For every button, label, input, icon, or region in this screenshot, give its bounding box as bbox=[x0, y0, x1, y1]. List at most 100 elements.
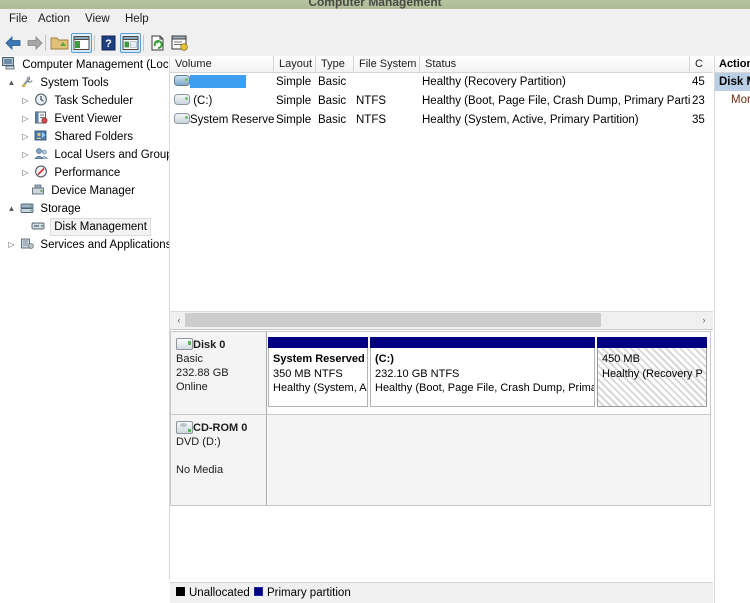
tree-label: Event Viewer bbox=[54, 113, 122, 125]
window-title-bar: Computer Management bbox=[0, 0, 750, 9]
volume-list-horizontal-scrollbar[interactable]: ‹ › bbox=[170, 311, 713, 330]
toolbar-separator-1 bbox=[45, 35, 46, 51]
up-one-level-button[interactable] bbox=[49, 33, 70, 53]
svg-text:?: ? bbox=[105, 38, 112, 50]
menu-help[interactable]: Help bbox=[120, 12, 154, 27]
column-header-status[interactable]: Status bbox=[420, 56, 690, 72]
twisty-expanded-icon[interactable]: ▲ bbox=[6, 74, 17, 92]
cdrom-drive-letter: DVD (D:) bbox=[176, 436, 221, 448]
twisty-collapsed-icon[interactable]: ▷ bbox=[20, 128, 31, 146]
show-hide-action-pane-button[interactable] bbox=[120, 33, 141, 53]
tree-label: Local Users and Groups bbox=[54, 149, 170, 161]
menu-file[interactable]: File bbox=[4, 12, 33, 27]
partition-color-bar bbox=[597, 337, 707, 348]
cell-type: Basic bbox=[318, 76, 347, 88]
refresh-button[interactable] bbox=[147, 33, 168, 53]
disk-status: Online bbox=[176, 381, 208, 393]
disk-row-cdrom0[interactable]: CD-ROM 0 DVD (D:) No Media bbox=[170, 415, 711, 506]
show-hide-console-tree-button[interactable] bbox=[71, 33, 92, 53]
disk-info-cdrom0[interactable]: CD-ROM 0 DVD (D:) No Media bbox=[171, 415, 267, 505]
table-row[interactable]: Simple Basic Healthy (Recovery Partition… bbox=[170, 73, 713, 92]
table-row[interactable]: System Reserved Simple Basic NTFS Health… bbox=[170, 111, 713, 130]
menu-action[interactable]: Action bbox=[33, 12, 75, 27]
legend-swatch-unallocated bbox=[176, 587, 185, 597]
partition-status: Healthy (Recovery P bbox=[602, 367, 703, 380]
help-button[interactable]: ? bbox=[98, 33, 119, 53]
tree-item-disk-management[interactable]: Disk Management bbox=[0, 218, 169, 236]
arrow-left-icon bbox=[5, 36, 21, 50]
twisty-collapsed-icon[interactable]: ▷ bbox=[6, 236, 17, 254]
legend-label: Unallocated bbox=[189, 587, 250, 599]
twisty-collapsed-icon[interactable]: ▷ bbox=[20, 92, 31, 110]
partition-c-drive[interactable]: (C:) 232.10 GB NTFS Healthy (Boot, Page … bbox=[370, 337, 595, 407]
back-button[interactable] bbox=[3, 33, 24, 53]
volume-list-header: Volume Layout Type File System Status C bbox=[170, 56, 713, 73]
window-title: Computer Management bbox=[308, 0, 442, 9]
tree-item-device-manager[interactable]: Device Manager bbox=[0, 182, 169, 200]
tree-item-computer-management[interactable]: Computer Management (Local bbox=[0, 56, 169, 74]
volume-icon-selected bbox=[174, 75, 190, 87]
toolbar-separator-3 bbox=[143, 35, 144, 51]
properties-button[interactable] bbox=[169, 33, 190, 53]
tree-item-event-viewer[interactable]: ▷ Event Viewer bbox=[0, 110, 169, 128]
table-row[interactable]: (C:) Simple Basic NTFS Healthy (Boot, Pa… bbox=[170, 92, 713, 111]
scroll-thumb[interactable] bbox=[185, 313, 601, 327]
cell-file-system: NTFS bbox=[356, 114, 387, 126]
disk-management-pane: Volume Layout Type File System Status C … bbox=[170, 56, 713, 603]
twisty-collapsed-icon[interactable]: ▷ bbox=[20, 164, 31, 182]
forward-button[interactable] bbox=[24, 33, 45, 53]
partition-recovery[interactable]: 450 MB Healthy (Recovery P bbox=[597, 337, 707, 407]
tree-item-system-tools[interactable]: ▲ System Tools bbox=[0, 74, 169, 92]
partition-system-reserved[interactable]: System Reserved 350 MB NTFS Healthy (Sys… bbox=[268, 337, 368, 407]
tree-label: Disk Management bbox=[50, 218, 151, 236]
services-icon bbox=[20, 237, 37, 256]
cell-layout: Simple bbox=[276, 76, 312, 88]
tree-item-storage[interactable]: ▲ Storage bbox=[0, 200, 169, 218]
actions-item-more-actions[interactable]: More Actions bbox=[715, 91, 750, 109]
disk-row-disk0[interactable]: Disk 0 Basic 232.88 GB Online System Res… bbox=[170, 331, 711, 415]
cd-rom-icon bbox=[176, 420, 193, 434]
column-header-file-system[interactable]: File System bbox=[354, 56, 420, 72]
scroll-left-arrow-icon[interactable]: ‹ bbox=[172, 312, 186, 328]
column-header-type[interactable]: Type bbox=[316, 56, 354, 72]
twisty-collapsed-icon[interactable]: ▷ bbox=[20, 146, 31, 164]
column-header-capacity[interactable]: C bbox=[690, 56, 713, 72]
action-panel-icon bbox=[122, 36, 139, 50]
tree-label: System Tools bbox=[40, 77, 109, 89]
menu-bar: File Action View Help bbox=[0, 9, 750, 31]
legend-item-primary-partition: Primary partition bbox=[254, 583, 351, 603]
scroll-right-arrow-icon[interactable]: › bbox=[697, 312, 711, 328]
volume-list[interactable]: Simple Basic Healthy (Recovery Partition… bbox=[170, 73, 713, 311]
actions-pane-header: Actions bbox=[715, 56, 750, 73]
refresh-page-icon bbox=[151, 35, 164, 51]
tree-item-local-users-and-groups[interactable]: ▷ Local Users and Groups bbox=[0, 146, 169, 164]
actions-item-disk-management[interactable]: Disk Management bbox=[715, 73, 750, 91]
column-header-volume[interactable]: Volume bbox=[170, 56, 274, 72]
twisty-collapsed-icon[interactable]: ▷ bbox=[20, 110, 31, 128]
toolbar: ? bbox=[0, 30, 750, 57]
partition-details: System Reserved 350 MB NTFS Healthy (Sys… bbox=[268, 348, 368, 407]
tree-label: Storage bbox=[40, 203, 81, 215]
tree-item-performance[interactable]: ▷ Performance bbox=[0, 164, 169, 182]
cell-status: Healthy (Recovery Partition) bbox=[422, 76, 566, 88]
cell-volume[interactable]: System Reserved bbox=[174, 111, 274, 130]
computer-management-window: Computer Management File Action View Hel… bbox=[0, 0, 750, 603]
tree-item-services-and-applications[interactable]: ▷ Services and Applications bbox=[0, 236, 169, 254]
toolbar-separator-2 bbox=[94, 35, 95, 51]
partition-size: 350 MB NTFS bbox=[273, 367, 343, 380]
cell-volume[interactable] bbox=[174, 73, 274, 92]
cdrom-status: No Media bbox=[176, 464, 224, 476]
twisty-expanded-icon[interactable]: ▲ bbox=[6, 200, 17, 218]
partition-size: 450 MB bbox=[602, 353, 640, 365]
disk-info-disk0[interactable]: Disk 0 Basic 232.88 GB Online bbox=[171, 332, 267, 414]
arrow-right-icon bbox=[27, 36, 43, 50]
cell-volume[interactable]: (C:) bbox=[174, 92, 274, 111]
menu-view[interactable]: View bbox=[80, 12, 115, 27]
cell-file-system: NTFS bbox=[356, 95, 387, 107]
console-tree-pane: Computer Management (Local ▲ System Tool… bbox=[0, 56, 170, 579]
column-header-layout[interactable]: Layout bbox=[274, 56, 316, 72]
tree-item-task-scheduler[interactable]: ▷ Task Scheduler bbox=[0, 92, 169, 110]
tree-item-shared-folders[interactable]: ▷ Shared Folders bbox=[0, 128, 169, 146]
actions-pane: Actions Disk Management More Actions bbox=[714, 56, 750, 603]
